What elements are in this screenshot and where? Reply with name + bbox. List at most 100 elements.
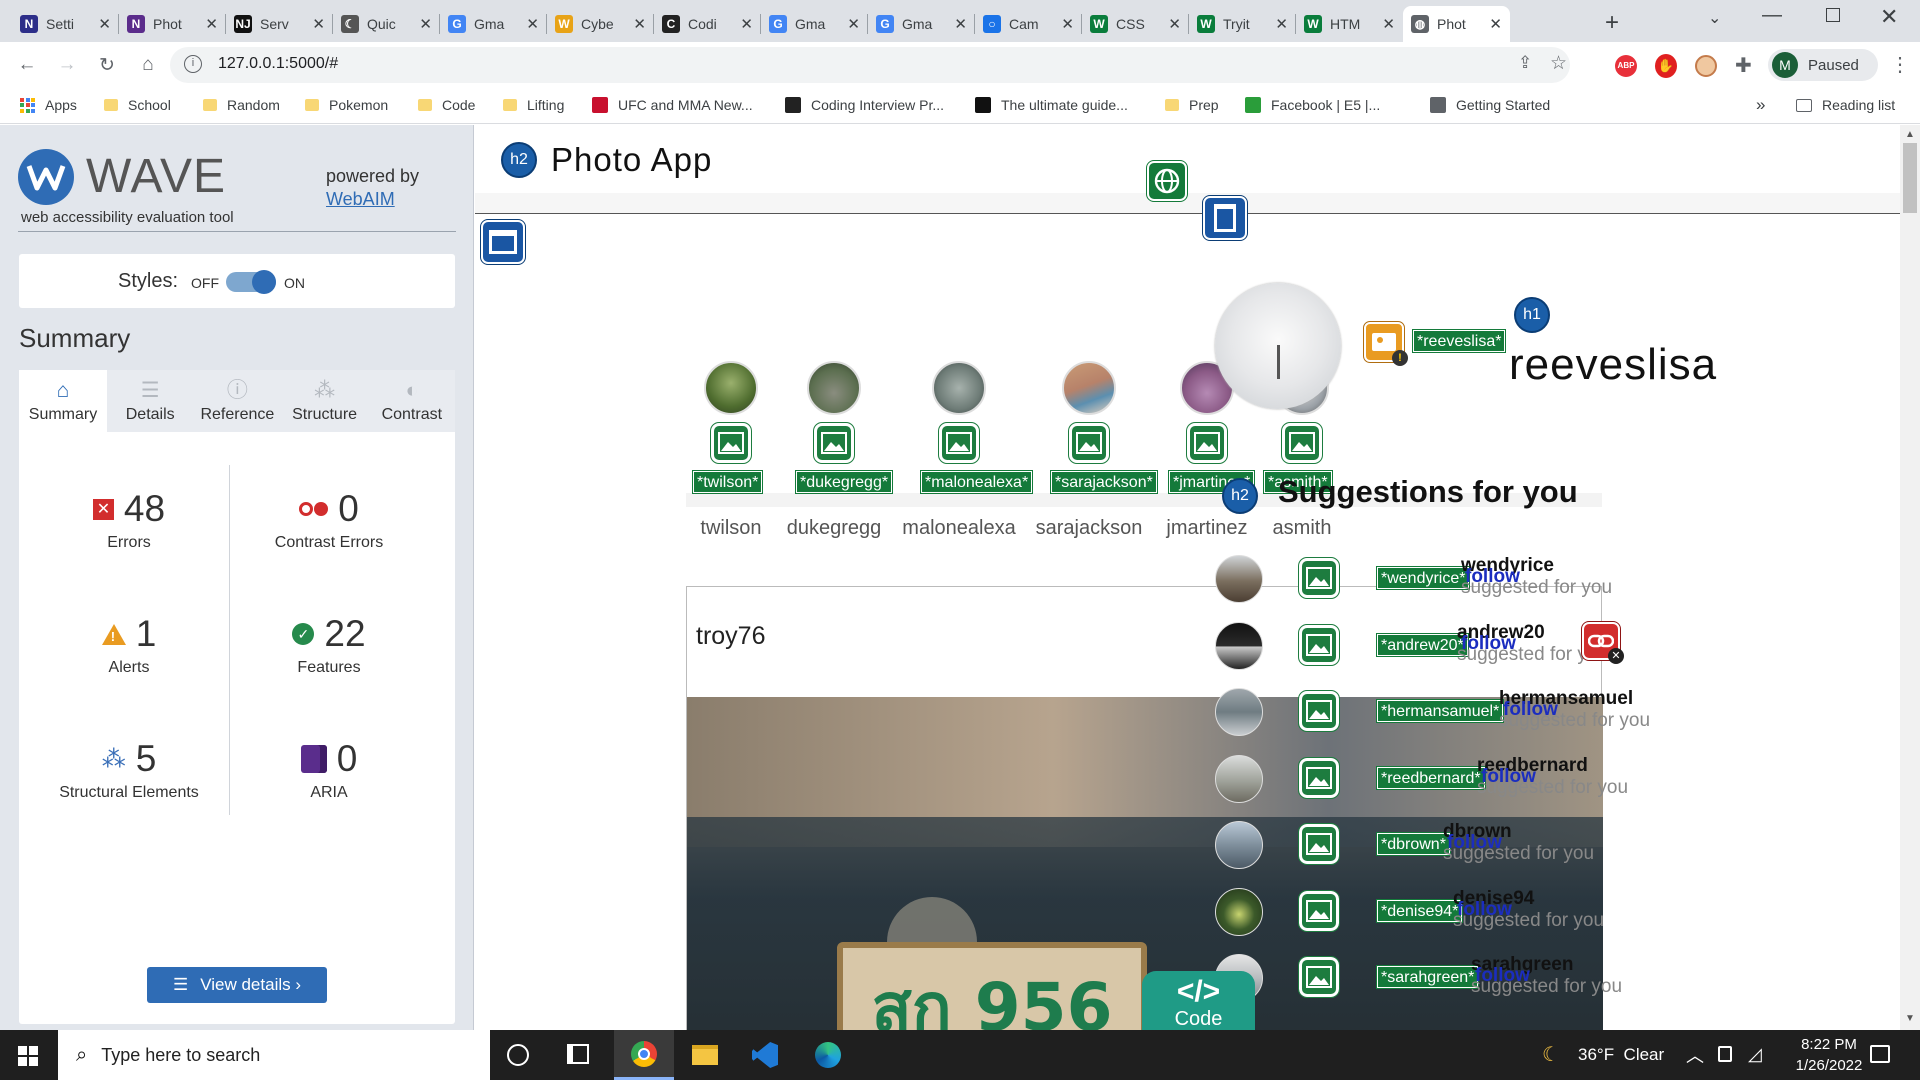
forward-button[interactable]: → [52,50,82,80]
browser-tab[interactable]: W Tryit ✕ [1189,6,1296,42]
browser-tab[interactable]: C Codi ✕ [654,6,761,42]
webaim-link[interactable]: WebAIM [326,189,395,210]
bookmark-item[interactable]: Facebook | E5 |... [1245,88,1380,122]
scrollbar-thumb[interactable] [1903,143,1917,213]
tab-close-icon[interactable]: ✕ [1382,15,1395,33]
story-avatar[interactable] [1062,361,1116,415]
browser-tab[interactable]: G Gma ✕ [440,6,547,42]
bookmark-item[interactable]: Prep [1165,88,1219,122]
browser-tab[interactable]: W HTM ✕ [1296,6,1403,42]
follow-link[interactable]: follow [1461,633,1516,655]
suggestion-avatar[interactable] [1215,621,1263,670]
back-button[interactable]: ← [12,50,42,80]
story-avatar[interactable] [807,361,861,415]
story-username[interactable]: asmith [1232,517,1372,540]
scroll-up-arrow[interactable]: ▲ [1905,129,1915,140]
tab-close-icon[interactable]: ✕ [1061,15,1074,33]
code-toggle-button[interactable]: </> Code [1142,971,1255,1030]
edge-icon[interactable] [815,1042,841,1068]
profile-avatar[interactable] [1215,283,1341,409]
bookmark-star-icon[interactable]: ☆ [1550,52,1567,75]
vertical-scrollbar[interactable]: ▲ ▼ [1900,125,1920,1030]
profile-button[interactable]: M Paused [1768,49,1878,81]
bookmark-item[interactable]: Getting Started [1430,88,1550,122]
follow-link[interactable]: follow [1475,965,1530,987]
browser-tab[interactable]: NJ Serv ✕ [226,6,333,42]
bookmark-item[interactable]: School [104,88,171,122]
follow-link[interactable]: follow [1447,832,1502,854]
story-username[interactable]: dukegregg [764,517,904,540]
home-button[interactable]: ⌂ [133,50,163,80]
tray-device-icon[interactable] [1718,1046,1732,1062]
windows-start-icon[interactable] [18,1046,38,1066]
extension-red-icon[interactable]: ✋ [1655,54,1677,78]
vscode-icon[interactable] [752,1042,778,1068]
tab-close-icon[interactable]: ✕ [954,15,967,33]
browser-tab[interactable]: N Setti ✕ [12,6,119,42]
browser-tab[interactable]: G Gma ✕ [761,6,868,42]
browser-tab[interactable]: ○ Cam ✕ [975,6,1082,42]
structure-stat[interactable]: ⁂ 5 Structural Elements [29,738,229,802]
browser-tab[interactable]: ☾ Quic ✕ [333,6,440,42]
new-tab-button[interactable]: + [1597,8,1627,38]
suggestion-avatar[interactable] [1215,754,1263,803]
bookmark-item[interactable]: Lifting [503,88,564,122]
follow-link[interactable]: follow [1503,699,1558,721]
address-bar[interactable]: i 127.0.0.1:5000/# ⇪ ☆ [170,47,1570,83]
wave-tab-structure[interactable]: ⁂ Structure [281,370,369,432]
extension-face-icon[interactable] [1695,55,1717,77]
extensions-puzzle-icon[interactable]: ✚ [1735,53,1752,78]
story-username[interactable]: malonealexa [889,517,1029,540]
browser-tab[interactable]: G Gma ✕ [868,6,975,42]
story-avatar[interactable] [704,361,758,415]
styles-toggle-switch[interactable] [226,270,276,294]
bookmark-item[interactable]: Random [203,88,280,122]
adblock-icon[interactable]: ABP [1615,55,1637,77]
tray-chevron-icon[interactable]: ︿ [1686,1042,1704,1068]
suggestion-avatar[interactable] [1215,688,1263,736]
tab-close-icon[interactable]: ✕ [205,15,218,33]
tab-close-icon[interactable]: ✕ [847,15,860,33]
maximize-button[interactable] [1826,8,1840,22]
scroll-down-arrow[interactable]: ▼ [1905,1013,1915,1024]
features-stat[interactable]: ✓ 22 Features [229,613,429,677]
bookmark-item[interactable]: Apps [20,88,77,122]
suggestion-avatar[interactable] [1215,821,1263,869]
follow-link[interactable]: follow [1465,566,1520,588]
tab-close-icon[interactable]: ✕ [98,15,111,33]
alerts-stat[interactable]: ! 1 Alerts [29,613,229,677]
clock-time[interactable]: 8:22 PM [1784,1036,1874,1053]
tab-close-icon[interactable]: ✕ [740,15,753,33]
browser-tab[interactable]: W CSS ✕ [1082,6,1189,42]
bookmark-item[interactable]: Pokemon [305,88,388,122]
browser-tab[interactable]: W Cybe ✕ [547,6,654,42]
wave-tab-summary[interactable]: ⌂ Summary [19,370,107,432]
wave-tab-reference[interactable]: ⓘ Reference [193,370,281,432]
bookmark-item[interactable]: UFC and MMA New... [592,88,753,122]
close-window-button[interactable]: ✕ [1880,4,1898,30]
view-details-button[interactable]: ☰ View details › [147,967,327,1003]
minimize-button[interactable]: — [1762,4,1782,27]
bookmark-item[interactable]: The ultimate guide... [975,88,1128,122]
site-info-icon[interactable]: i [184,55,202,73]
browser-tab[interactable]: ◍ Phot ✕ [1403,6,1510,42]
tab-close-icon[interactable]: ✕ [419,15,432,33]
wave-tab-details[interactable]: ☰ Details [106,370,194,432]
bookmark-item[interactable]: Coding Interview Pr... [785,88,944,122]
chrome-taskbar-icon[interactable] [614,1030,674,1080]
tab-close-icon[interactable]: ✕ [633,15,646,33]
tab-close-icon[interactable]: ✕ [526,15,539,33]
suggestion-avatar[interactable] [1215,555,1263,603]
menu-kebab-icon[interactable]: ⋮ [1890,52,1910,77]
network-icon[interactable]: ◿ [1748,1044,1762,1065]
taskbar-search-box[interactable]: ⌕ Type here to search [58,1030,490,1080]
share-icon[interactable]: ⇪ [1518,53,1532,73]
wave-tab-contrast[interactable]: ◐ Contrast [368,370,456,432]
errors-stat[interactable]: ✕ 48 Errors [29,488,229,552]
reading-list-button[interactable]: Reading list [1796,88,1895,122]
contrast-errors-stat[interactable]: 0 Contrast Errors [229,488,429,552]
tab-close-icon[interactable]: ✕ [312,15,325,33]
tab-search-icon[interactable]: ⌄ [1708,8,1721,28]
file-explorer-icon[interactable] [692,1045,718,1065]
notifications-icon[interactable] [1870,1045,1890,1063]
